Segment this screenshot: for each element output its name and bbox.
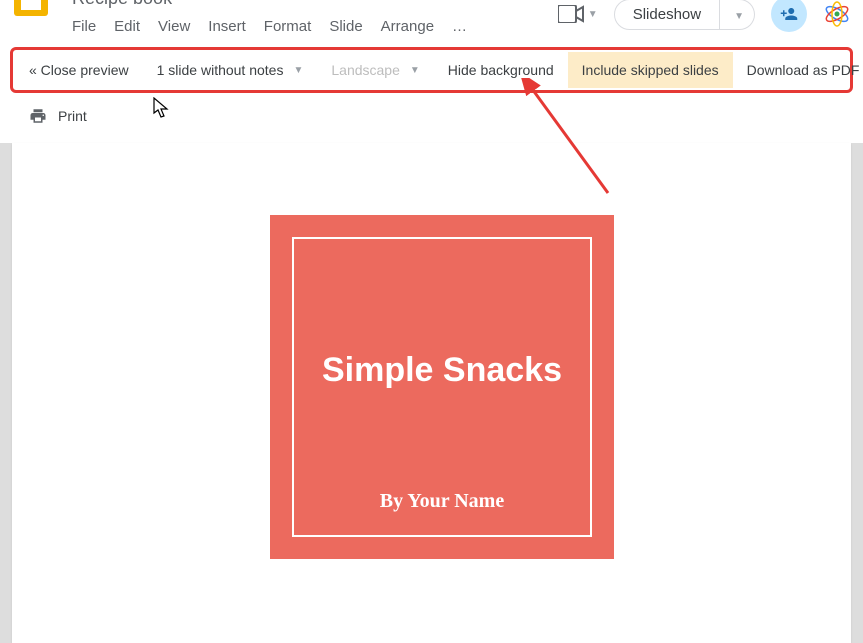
hide-background-toggle[interactable]: Hide background — [434, 52, 568, 88]
chevron-down-icon: ▼ — [734, 11, 744, 22]
close-preview-button[interactable]: « Close preview — [15, 52, 143, 88]
chevron-down-icon: ▼ — [293, 65, 303, 76]
meet-camera-icon[interactable]: ▼ — [558, 0, 598, 29]
download-pdf-button[interactable]: Download as PDF — [733, 52, 863, 88]
slides-per-page-label: 1 slide without notes — [157, 62, 284, 78]
extension-atom-icon[interactable] — [823, 0, 851, 28]
print-icon — [28, 107, 48, 125]
orientation-label: Landscape — [331, 62, 400, 78]
slide-subtitle: By Your Name — [380, 490, 504, 513]
slide-inner-frame: Simple Snacks By Your Name — [292, 237, 592, 537]
header-right-cluster: ▼ Slideshow ▼ — [558, 0, 851, 32]
include-skipped-slides-toggle[interactable]: Include skipped slides — [568, 52, 733, 88]
menu-format[interactable]: Format — [264, 18, 312, 35]
slideshow-split-button: Slideshow ▼ — [614, 0, 755, 30]
share-button[interactable] — [771, 0, 807, 32]
page-paper: Simple Snacks By Your Name — [12, 143, 851, 643]
slide-thumbnail: Simple Snacks By Your Name — [270, 215, 614, 559]
print-row: Print — [0, 93, 863, 135]
menu-more[interactable]: … — [452, 18, 467, 35]
annotation-highlight-box: « Close preview 1 slide without notes ▼ … — [10, 47, 853, 93]
orientation-dropdown[interactable]: Landscape ▼ — [317, 52, 433, 88]
preview-canvas: Simple Snacks By Your Name — [0, 143, 863, 643]
menu-slide[interactable]: Slide — [329, 18, 362, 35]
print-button[interactable]: Print — [58, 108, 87, 124]
menu-file[interactable]: File — [72, 18, 96, 35]
app-header: Recipe book ▼ Slideshow ▼ — [0, 0, 863, 14]
slideshow-dropdown[interactable]: ▼ — [720, 0, 755, 30]
menu-insert[interactable]: Insert — [208, 18, 246, 35]
menu-arrange[interactable]: Arrange — [381, 18, 434, 35]
menu-view[interactable]: View — [158, 18, 190, 35]
print-preview-toolbar: « Close preview 1 slide without notes ▼ … — [15, 52, 848, 88]
chevron-down-icon: ▼ — [410, 65, 420, 76]
chevron-down-icon: ▼ — [588, 9, 598, 20]
menu-edit[interactable]: Edit — [114, 18, 140, 35]
slide-title: Simple Snacks — [322, 351, 562, 390]
slides-per-page-dropdown[interactable]: 1 slide without notes ▼ — [143, 52, 318, 88]
slideshow-button[interactable]: Slideshow — [614, 0, 720, 30]
doc-title[interactable]: Recipe book — [72, 0, 172, 9]
person-add-icon — [780, 5, 798, 23]
slides-logo — [14, 0, 48, 16]
